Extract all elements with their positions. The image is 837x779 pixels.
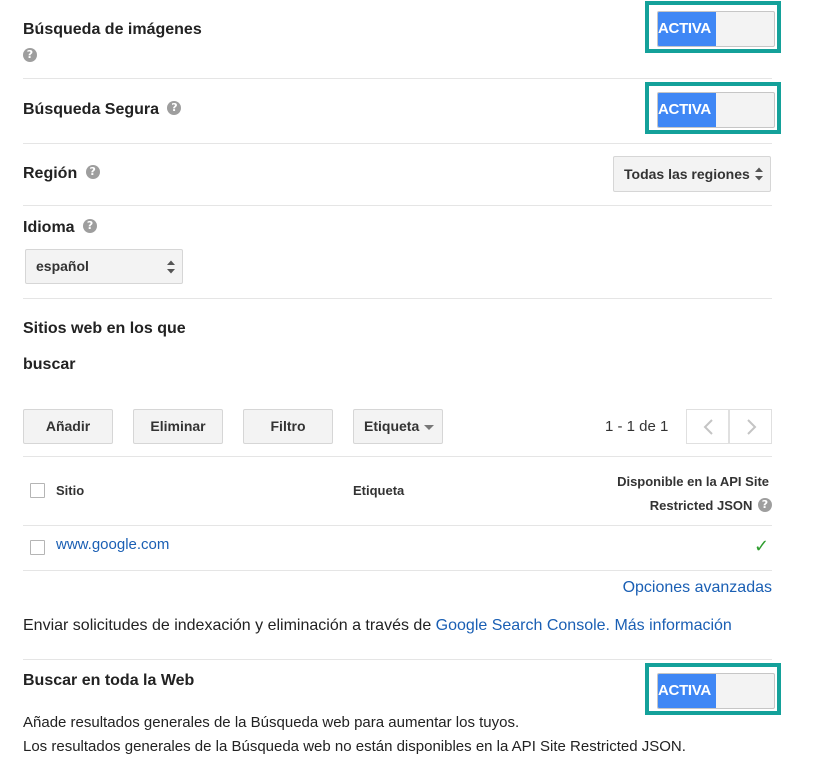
more-info-link[interactable]: Más información [614,617,731,634]
search-console-link[interactable]: Google Search Console. [436,617,610,634]
prev-page-button[interactable] [686,409,729,444]
chevron-left-icon [703,419,713,435]
up-down-arrows-icon [167,260,175,273]
column-header-site: Sitio [56,483,85,498]
web-search-label: Buscar en toda la Web [23,672,195,689]
language-select[interactable]: español [25,249,183,284]
region-select-value: Todas las regiones [624,166,750,182]
divider [23,78,772,79]
column-header-tag: Etiqueta [353,483,405,498]
filter-button[interactable]: Filtro [243,409,333,444]
indexing-text: Enviar solicitudes de indexación y elimi… [23,617,732,635]
image-search-toggle-highlight: ACTIVA [645,1,781,53]
language-help-icon[interactable]: ? [83,219,98,234]
up-down-arrows-icon [755,167,763,181]
divider [23,205,772,206]
web-search-description-line2: Los resultados generales de la Búsqueda … [23,738,686,755]
row-checkbox[interactable] [30,540,45,555]
divider [23,659,772,660]
column-header-available-line2-text: Restricted JSON [649,498,753,513]
safe-search-label-text: Búsqueda Segura [23,101,160,118]
web-search-toggle-highlight: ACTIVA [645,663,781,715]
region-label: Región ? [23,165,100,183]
safe-search-toggle-on-label: ACTIVA [658,93,716,127]
api-help-icon[interactable]: ? [758,498,772,513]
available-check-icon: ✓ [754,536,770,557]
language-select-value: español [36,258,89,274]
divider [23,525,772,526]
safe-search-label: Búsqueda Segura ? [23,101,182,119]
column-header-available-line2: Restricted JSON ? [539,494,772,518]
sites-heading-line2: buscar [23,356,76,373]
image-search-toggle[interactable]: ACTIVA [657,11,775,47]
divider [23,570,772,571]
region-select[interactable]: Todas las regiones [613,156,771,192]
delete-site-button[interactable]: Eliminar [133,409,223,444]
image-search-help-icon[interactable]: ? [23,48,37,62]
chevron-right-icon [747,419,757,435]
web-search-toggle-on-label: ACTIVA [658,674,716,708]
divider [23,143,772,144]
image-search-label: Búsqueda de imágenes [23,21,202,38]
image-search-toggle-on-label: ACTIVA [658,12,716,46]
language-label-text: Idioma [23,219,75,236]
select-all-checkbox[interactable] [30,483,45,498]
advanced-options-link[interactable]: Opciones avanzadas [623,579,772,597]
pagination-text: 1 - 1 de 1 [605,418,669,435]
divider [23,298,772,299]
indexing-text-prefix: Enviar solicitudes de indexación y elimi… [23,617,432,634]
region-help-icon[interactable]: ? [85,165,100,180]
column-header-available: Disponible en la API Site Restricted JSO… [539,470,772,518]
divider [23,456,772,457]
web-search-toggle[interactable]: ACTIVA [657,673,775,709]
caret-down-icon [424,425,434,430]
tag-dropdown-button[interactable]: Etiqueta [353,409,443,444]
site-link[interactable]: www.google.com [56,536,169,553]
tag-dropdown-label: Etiqueta [364,418,420,434]
column-header-available-line1: Disponible en la API Site [617,474,769,489]
region-label-text: Región [23,165,78,182]
add-site-button[interactable]: Añadir [23,409,113,444]
next-page-button[interactable] [729,409,772,444]
safe-search-toggle[interactable]: ACTIVA [657,92,775,128]
safe-search-toggle-highlight: ACTIVA [645,82,781,134]
language-label: Idioma ? [23,219,98,237]
web-search-description-line1: Añade resultados generales de la Búsqued… [23,714,520,731]
safe-search-help-icon[interactable]: ? [167,101,182,116]
sites-heading-line1: Sitios web en los que [23,320,186,337]
